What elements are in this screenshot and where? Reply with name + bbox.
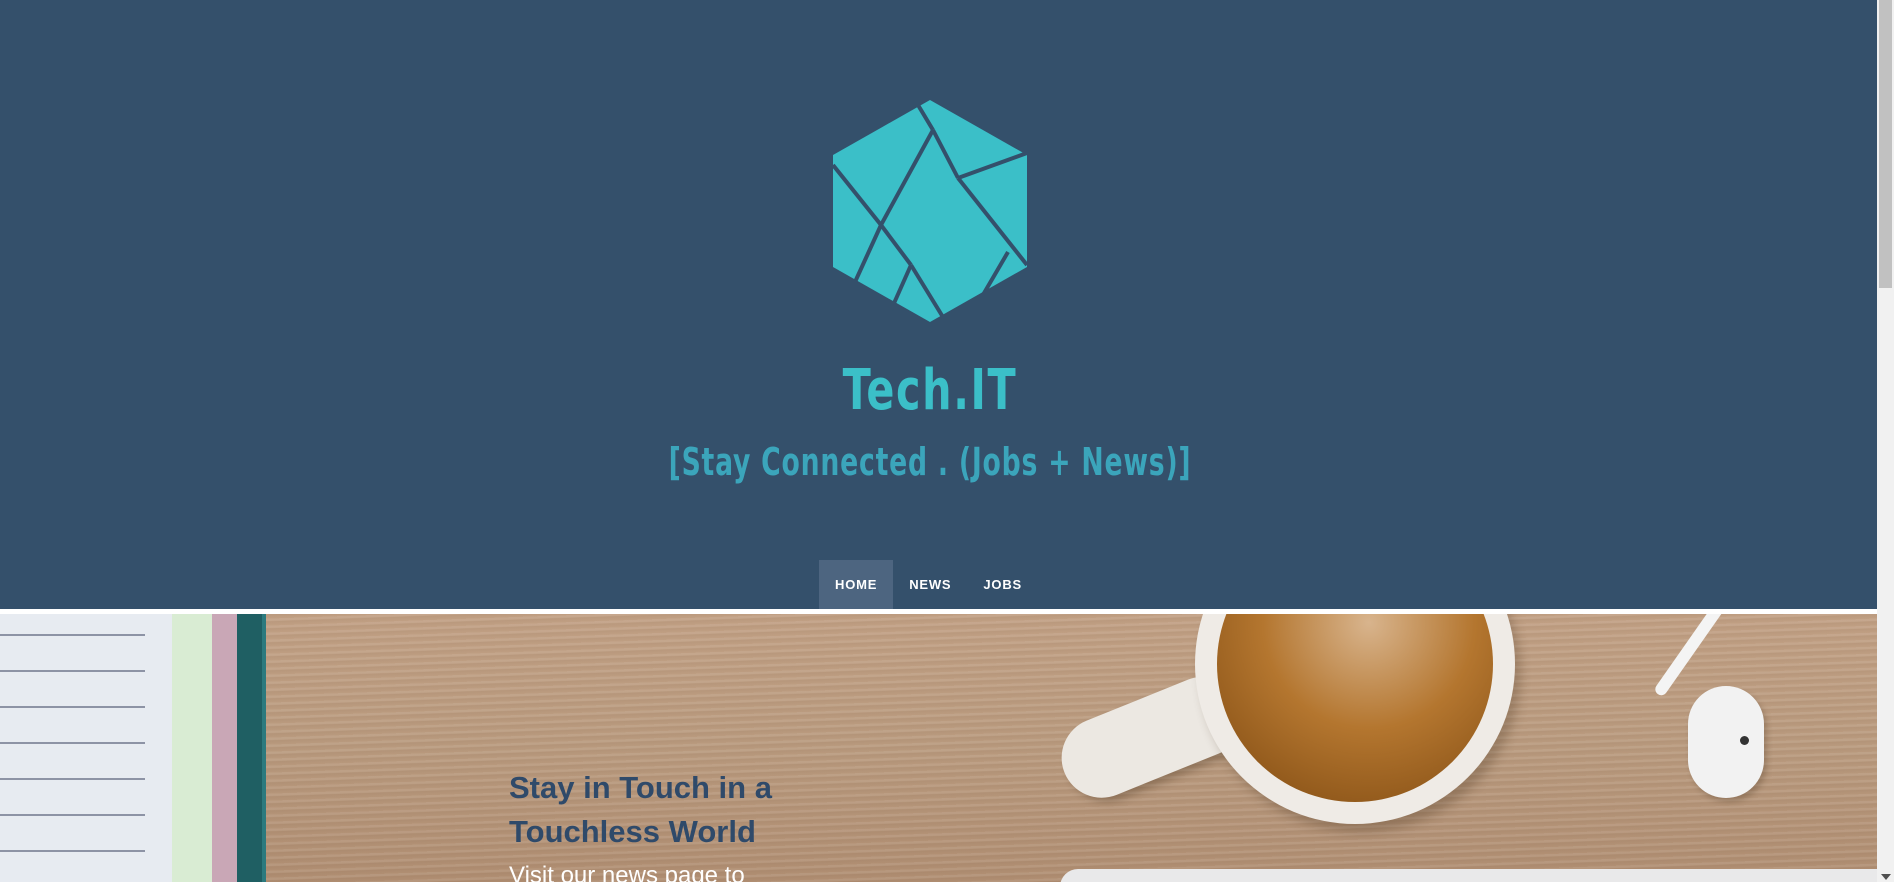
notebook-page-edge (172, 614, 212, 882)
hero-banner: Stay in Touch in a Touchless World Visit… (0, 614, 1877, 882)
scrollbar-thumb[interactable] (1879, 0, 1892, 288)
site-tagline: [Stay Connected . (Jobs + News)] (668, 440, 1192, 484)
nav-item-news[interactable]: NEWS (893, 560, 967, 609)
hero-subtitle: Visit our news page to (509, 862, 745, 882)
device-image (1060, 869, 1877, 882)
main-nav: HOME NEWS JOBS (819, 560, 1038, 609)
site-title: Tech.IT (842, 358, 1018, 423)
nav-item-jobs[interactable]: JOBS (967, 560, 1038, 609)
scroll-down-arrow-icon[interactable] (1881, 874, 1891, 880)
hero-title: Stay in Touch in a Touchless World (509, 770, 772, 849)
nav-item-home[interactable]: HOME (819, 560, 894, 609)
earbud-image (1688, 686, 1764, 798)
notebook-cover-edge (212, 614, 237, 882)
notebook-spine (237, 614, 262, 882)
page-scrollbar[interactable] (1877, 0, 1894, 882)
site-header: Tech.IT [Stay Connected . (Jobs + News)]… (0, 0, 1877, 609)
wood-texture (0, 614, 1877, 882)
hexagon-logo-icon (833, 100, 1027, 322)
coffee-image (1217, 614, 1493, 802)
notebook-spine-highlight (262, 614, 266, 882)
earbud-grille (1740, 736, 1749, 745)
